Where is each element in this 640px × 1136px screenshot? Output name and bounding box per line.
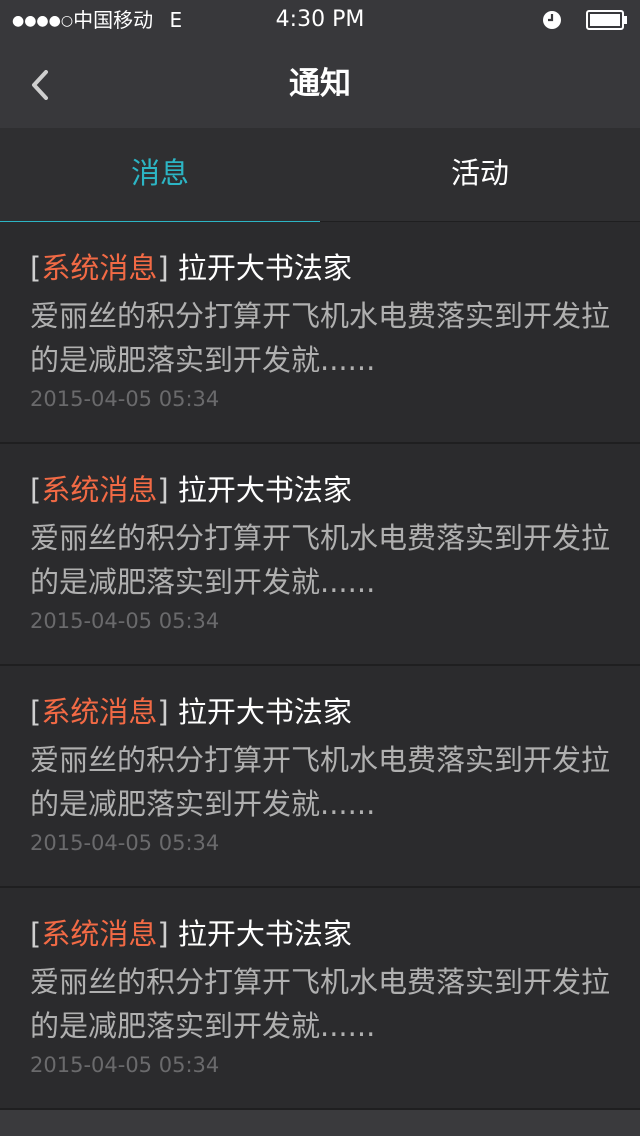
tab-messages[interactable]: 消息 xyxy=(0,128,320,221)
notification-list: [系统消息] 拉开大书法家 爱丽丝的积分打算开飞机水电费落实到开发拉的是减肥落实… xyxy=(0,222,640,1110)
notification-title-text: 拉开大书法家 xyxy=(168,917,352,951)
chevron-left-icon xyxy=(32,70,48,100)
notification-tag: 系统消息 xyxy=(41,695,158,729)
notification-title: [系统消息] 拉开大书法家 xyxy=(30,248,352,288)
notification-body: 爱丽丝的积分打算开飞机水电费落实到开发拉的是减肥落实到开发就...... xyxy=(30,743,611,821)
status-bar: ●●●●○中国移动 E 4:30 PM xyxy=(0,0,640,40)
notification-time: 2015-04-05 05:34 xyxy=(30,387,220,411)
tag-bracket-open: [ xyxy=(30,695,42,729)
notification-time: 2015-04-05 05:34 xyxy=(30,1053,220,1077)
notification-item[interactable]: [系统消息] 拉开大书法家 爱丽丝的积分打算开飞机水电费落实到开发拉的是减肥落实… xyxy=(0,666,640,888)
notification-body: 爱丽丝的积分打算开飞机水电费落实到开发拉的是减肥落实到开发就...... xyxy=(30,965,611,1043)
notification-time: 2015-04-05 05:34 xyxy=(30,831,220,855)
tag-bracket-close: ] xyxy=(157,917,169,951)
notification-item[interactable]: [系统消息] 拉开大书法家 爱丽丝的积分打算开飞机水电费落实到开发拉的是减肥落实… xyxy=(0,222,640,444)
notification-title-text: 拉开大书法家 xyxy=(168,473,352,507)
battery-icon xyxy=(586,10,627,30)
tag-bracket-open: [ xyxy=(30,251,42,285)
tag-bracket-close: ] xyxy=(157,473,169,507)
notification-time: 2015-04-05 05:34 xyxy=(30,609,220,633)
clock-icon xyxy=(543,11,561,29)
tag-bracket-open: [ xyxy=(30,473,42,507)
notification-body: 爱丽丝的积分打算开飞机水电费落实到开发拉的是减肥落实到开发就...... xyxy=(30,299,611,377)
notification-title: [系统消息] 拉开大书法家 xyxy=(30,914,352,954)
tag-bracket-close: ] xyxy=(157,695,169,729)
navigation-bar: 通知 xyxy=(0,40,640,128)
notification-tag: 系统消息 xyxy=(41,251,158,285)
notification-title: [系统消息] 拉开大书法家 xyxy=(30,692,352,732)
notification-title-text: 拉开大书法家 xyxy=(168,251,352,285)
bottom-bar xyxy=(0,1110,640,1136)
notification-item[interactable]: [系统消息] 拉开大书法家 爱丽丝的积分打算开飞机水电费落实到开发拉的是减肥落实… xyxy=(0,444,640,666)
notification-body: 爱丽丝的积分打算开飞机水电费落实到开发拉的是减肥落实到开发就...... xyxy=(30,521,611,599)
tag-bracket-close: ] xyxy=(157,251,169,285)
status-right-group xyxy=(528,9,628,31)
notification-title-text: 拉开大书法家 xyxy=(168,695,352,729)
page-title: 通知 xyxy=(289,66,351,102)
notification-title: [系统消息] 拉开大书法家 xyxy=(30,470,352,510)
tag-bracket-open: [ xyxy=(30,917,42,951)
notification-tag: 系统消息 xyxy=(41,473,158,507)
back-button[interactable] xyxy=(16,54,72,114)
tab-activity[interactable]: 活动 xyxy=(320,128,640,221)
tab-bar: 消息 活动 xyxy=(0,128,640,225)
notification-tag: 系统消息 xyxy=(41,917,158,951)
notification-item[interactable]: [系统消息] 拉开大书法家 爱丽丝的积分打算开飞机水电费落实到开发拉的是减肥落实… xyxy=(0,888,640,1110)
